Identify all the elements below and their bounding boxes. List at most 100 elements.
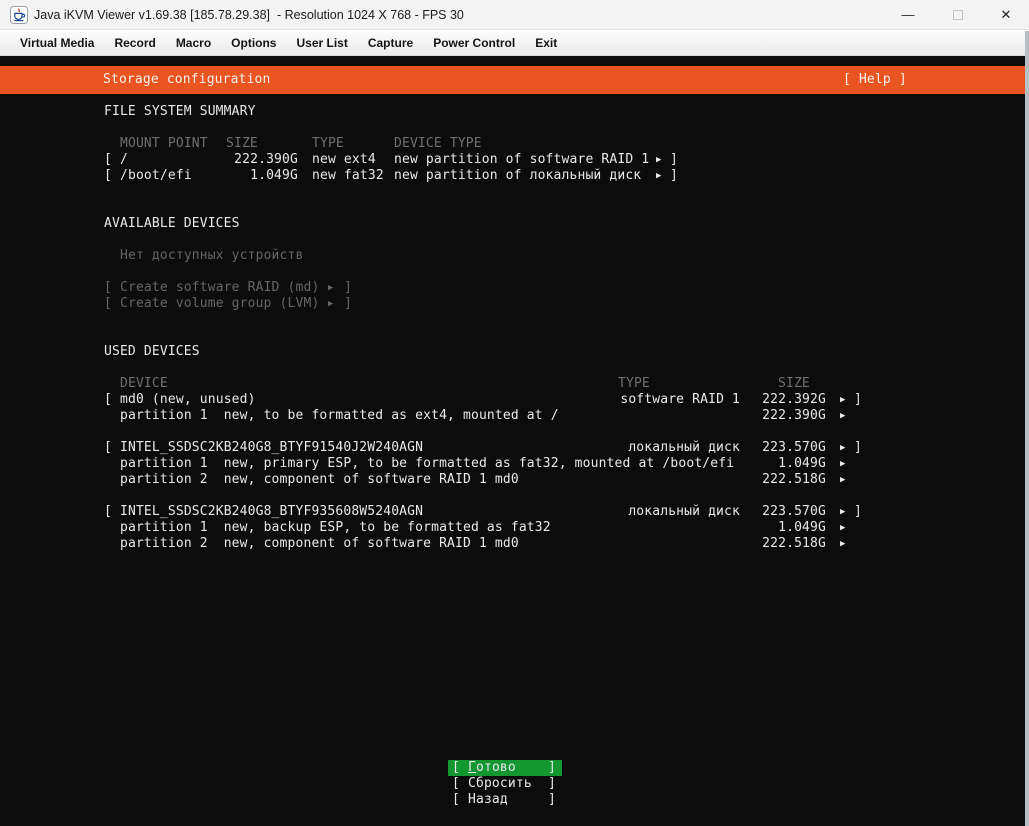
submenu-arrow-icon: ▶ <box>840 472 846 488</box>
close-bracket: ] <box>854 392 862 408</box>
open-bracket: [ <box>104 168 112 184</box>
button-label: Сбросить <box>468 776 532 792</box>
option-label: Create software RAID (md) <box>120 280 319 296</box>
menu-exit[interactable]: Exit <box>525 30 567 56</box>
size: 222.390G <box>212 152 298 168</box>
menu-virtual-media[interactable]: Virtual Media <box>10 30 104 56</box>
device-type: локальный диск <box>610 504 740 520</box>
device-row-ssd2[interactable]: [ INTEL_SSDSC2KB240G8_BTYF935608W5240AGN… <box>0 504 1025 520</box>
partition-size: 1.049G <box>740 456 826 472</box>
remote-console-screen: Storage configuration [ Help ] FILE SYST… <box>0 56 1025 826</box>
col-device: DEVICE <box>120 376 168 392</box>
col-type: TYPE <box>312 136 344 152</box>
close-button[interactable]: ✕ <box>984 0 1028 30</box>
no-available-devices-text: Нет доступных устройств <box>0 248 1025 264</box>
used-devices-heading: USED DEVICES <box>0 344 1025 360</box>
device-name: INTEL_SSDSC2KB240G8_BTYF91540J2W240AGN <box>120 440 423 456</box>
mount-point: /boot/efi <box>120 168 192 184</box>
device-row-md0[interactable]: [ md0 (new, unused) software RAID 1 222.… <box>0 392 1025 408</box>
maximize-icon <box>953 10 963 20</box>
submenu-arrow-icon: ▶ <box>840 440 846 456</box>
done-button[interactable]: [ Готово ] <box>0 760 1025 776</box>
type: new fat32 <box>312 168 384 184</box>
device-row-ssd1[interactable]: [ INTEL_SSDSC2KB240G8_BTYF91540J2W240AGN… <box>0 440 1025 456</box>
partition-row[interactable]: partition 1 new, primary ESP, to be form… <box>0 456 1025 472</box>
size: 1.049G <box>212 168 298 184</box>
partition-row[interactable]: partition 2 new, component of software R… <box>0 472 1025 488</box>
menu-bar: Virtual Media Record Macro Options User … <box>0 30 1029 56</box>
partition-row[interactable]: partition 1 new, to be formatted as ext4… <box>0 408 1025 424</box>
installer-header-bar: Storage configuration [ Help ] <box>0 66 1025 94</box>
menu-user-list[interactable]: User List <box>286 30 357 56</box>
partition-size: 1.049G <box>740 520 826 536</box>
partition-size: 222.518G <box>740 536 826 552</box>
open-bracket: [ <box>452 792 460 808</box>
device-size: 223.570G <box>740 440 826 456</box>
open-bracket: [ <box>104 440 112 456</box>
minimize-button[interactable]: — <box>886 0 930 30</box>
window-right-border <box>1025 31 1029 826</box>
open-bracket: [ <box>104 504 112 520</box>
option-label: Create volume group (LVM) <box>120 296 319 312</box>
submenu-arrow-icon: ▶ <box>656 168 662 184</box>
page-title: Storage configuration <box>103 66 271 94</box>
device-type: new partition of software RAID 1 <box>394 152 649 168</box>
title-bar: Java iKVM Viewer v1.69.38 [185.78.29.38]… <box>0 0 1029 30</box>
open-bracket: [ <box>104 152 112 168</box>
help-button[interactable]: [ Help ] <box>843 66 907 94</box>
partition-desc: partition 1 new, to be formatted as ext4… <box>120 408 559 424</box>
menu-options[interactable]: Options <box>221 30 286 56</box>
device-type: software RAID 1 <box>610 392 740 408</box>
button-label: Готово <box>468 760 516 776</box>
device-size: 222.392G <box>740 392 826 408</box>
reset-button[interactable]: [ Сбросить ] <box>0 776 1025 792</box>
device-name: md0 (new, unused) <box>120 392 256 408</box>
fs-row-boot-efi[interactable]: [ /boot/efi 1.049G new fat32 new partiti… <box>0 168 1025 184</box>
maximize-button[interactable] <box>936 0 980 30</box>
menu-capture[interactable]: Capture <box>358 30 423 56</box>
used-devices-column-headers: DEVICE TYPE SIZE <box>0 376 1025 392</box>
window-title: Java iKVM Viewer v1.69.38 [185.78.29.38]… <box>34 0 464 30</box>
submenu-arrow-icon: ▶ <box>840 392 846 408</box>
col-mount-point: MOUNT POINT <box>120 136 208 152</box>
menu-macro[interactable]: Macro <box>166 30 221 56</box>
open-bracket: [ <box>452 776 460 792</box>
open-bracket: [ <box>104 280 112 296</box>
submenu-arrow-icon: ▶ <box>328 280 334 296</box>
mount-point: / <box>120 152 128 168</box>
open-bracket: [ <box>104 392 112 408</box>
menu-power-control[interactable]: Power Control <box>423 30 525 56</box>
submenu-arrow-icon: ▶ <box>328 296 334 312</box>
close-bracket: ] <box>670 168 678 184</box>
close-bracket: ] <box>548 776 556 792</box>
partition-size: 222.518G <box>740 472 826 488</box>
col-size: SIZE <box>226 136 258 152</box>
col-device-type: DEVICE TYPE <box>394 136 482 152</box>
partition-desc: partition 1 new, backup ESP, to be forma… <box>120 520 551 536</box>
back-button[interactable]: [ Назад ] <box>0 792 1025 808</box>
fs-summary-column-headers: MOUNT POINT SIZE TYPE DEVICE TYPE <box>0 136 1025 152</box>
fs-row-root[interactable]: [ / 222.390G new ext4 new partition of s… <box>0 152 1025 168</box>
device-type: локальный диск <box>610 440 740 456</box>
partition-desc: partition 2 new, component of software R… <box>120 536 519 552</box>
menu-record[interactable]: Record <box>104 30 165 56</box>
partition-size: 222.390G <box>740 408 826 424</box>
partition-desc: partition 2 new, component of software R… <box>120 472 519 488</box>
submenu-arrow-icon: ▶ <box>656 152 662 168</box>
submenu-arrow-icon: ▶ <box>840 456 846 472</box>
create-volume-group-option: [ Create volume group (LVM) ▶ ] <box>0 296 1025 312</box>
close-bracket: ] <box>854 440 862 456</box>
available-devices-heading: AVAILABLE DEVICES <box>0 216 1025 232</box>
submenu-arrow-icon: ▶ <box>840 520 846 536</box>
close-bracket: ] <box>670 152 678 168</box>
submenu-arrow-icon: ▶ <box>840 504 846 520</box>
partition-desc: partition 1 new, primary ESP, to be form… <box>120 456 734 472</box>
partition-row[interactable]: partition 2 new, component of software R… <box>0 536 1025 552</box>
type: new ext4 <box>312 152 376 168</box>
col-type: TYPE <box>618 376 650 392</box>
create-software-raid-option: [ Create software RAID (md) ▶ ] <box>0 280 1025 296</box>
partition-row[interactable]: partition 1 new, backup ESP, to be forma… <box>0 520 1025 536</box>
submenu-arrow-icon: ▶ <box>840 536 846 552</box>
java-logo-icon <box>10 6 28 24</box>
button-label: Назад <box>468 792 508 808</box>
